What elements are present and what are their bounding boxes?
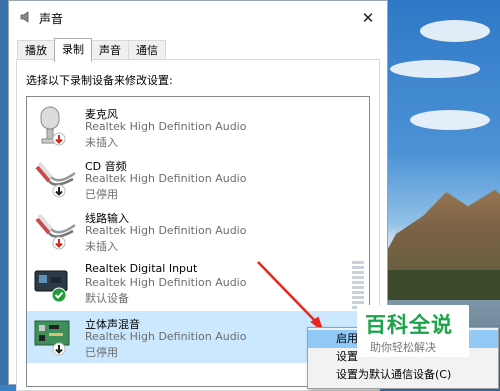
watermark-subtitle: 助你轻松解决 bbox=[370, 341, 436, 354]
watermark-title: 百科全说 bbox=[365, 313, 453, 337]
menu-item-set-default-comm[interactable]: 设置为默认通信设备(C) bbox=[308, 366, 498, 384]
tab-recording[interactable]: 录制 bbox=[54, 38, 92, 62]
watermark-logo: 百科全说 助你轻松解决 bbox=[357, 305, 469, 357]
